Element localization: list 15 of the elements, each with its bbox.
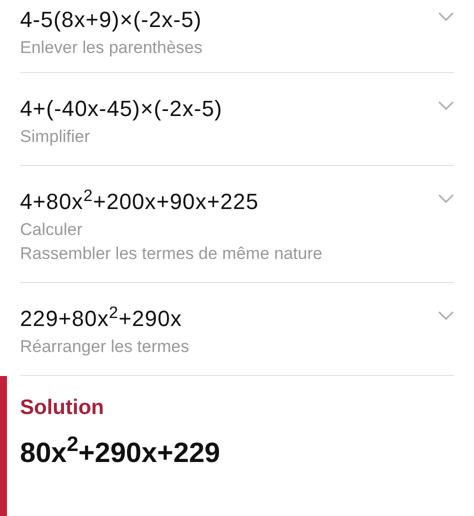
step-description: Calculer xyxy=(20,219,84,241)
solution-answer: 80x$^{2}$+290x+229 xyxy=(20,432,222,470)
step-description: Enlever les parenthèses xyxy=(20,37,202,59)
math-expression: 4+80x$^{2}$+200x+90x+225 xyxy=(20,186,260,216)
chevron-down-icon[interactable] xyxy=(438,101,454,111)
step-description: Réarranger les termes xyxy=(20,336,190,358)
math-expression: 4+(-40x-45)×(-2x-5) xyxy=(20,95,222,123)
chevron-down-icon[interactable] xyxy=(438,12,454,22)
chevron-down-icon[interactable] xyxy=(438,311,454,321)
solution-title: Solution xyxy=(20,395,105,421)
step-description: Simplifier xyxy=(20,126,91,148)
math-expression: 229+80x$^{2}$+290x xyxy=(20,303,183,333)
step-description: Rassembler les termes de même nature xyxy=(20,243,322,265)
chevron-down-icon[interactable] xyxy=(438,194,454,204)
math-expression: 4-5(8x+9)×(-2x-5) xyxy=(20,6,202,34)
